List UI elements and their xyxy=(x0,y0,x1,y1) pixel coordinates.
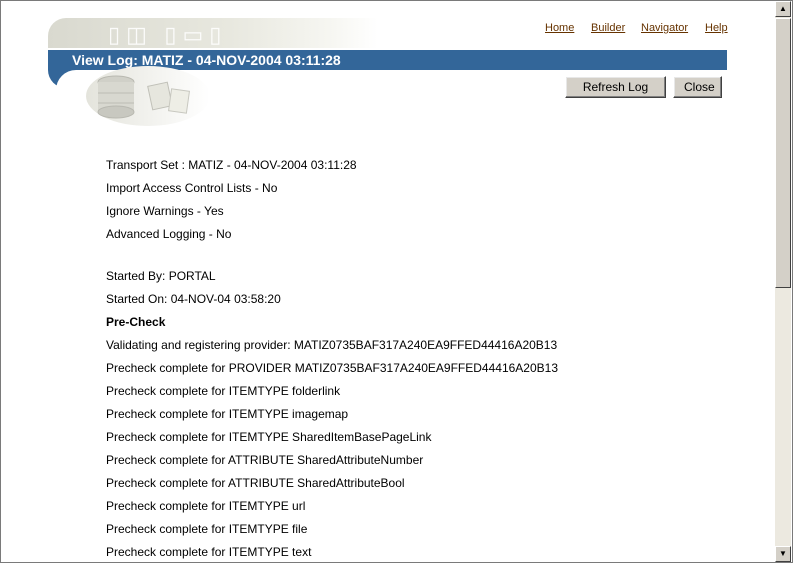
log-started-by: Started By: PORTAL xyxy=(106,269,216,283)
header-logo-banner: ▯◫ ▯▭▯ xyxy=(48,18,378,48)
log-content: Transport Set : MATIZ - 04-NOV-2004 03:1… xyxy=(106,154,558,563)
nav-navigator-link[interactable]: Navigator xyxy=(641,22,688,34)
log-line: Precheck complete for ATTRIBUTE SharedAt… xyxy=(106,476,405,490)
nav-home-link[interactable]: Home xyxy=(545,22,574,34)
browser-viewport: ▯◫ ▯▭▯ Home Builder Navigator Help View … xyxy=(0,0,775,563)
log-line: Precheck complete for ATTRIBUTE SharedAt… xyxy=(106,453,424,467)
log-line: Precheck complete for ITEMTYPE url xyxy=(106,499,306,513)
nav-help-link[interactable]: Help xyxy=(705,22,728,34)
banner-watermark-graphic: ▯◫ ▯▭▯ xyxy=(108,22,228,47)
log-line: Ignore Warnings - Yes xyxy=(106,204,224,218)
nav-builder-link[interactable]: Builder xyxy=(591,22,625,34)
log-line: Import Access Control Lists - No xyxy=(106,181,278,195)
log-line: Precheck complete for ITEMTYPE file xyxy=(106,522,308,536)
database-transport-icon xyxy=(86,66,208,126)
log-line: Precheck complete for ITEMTYPE imagemap xyxy=(106,407,349,421)
log-line: Transport Set : MATIZ - 04-NOV-2004 03:1… xyxy=(106,158,357,172)
log-line: Precheck complete for ITEMTYPE text xyxy=(106,545,312,559)
scroll-up-button[interactable]: ▲ xyxy=(775,1,791,17)
log-started-on: Started On: 04-NOV-04 03:58:20 xyxy=(106,292,281,306)
refresh-log-button[interactable]: Refresh Log xyxy=(565,76,666,98)
vertical-scrollbar[interactable]: ▲ ▼ xyxy=(775,1,791,562)
close-button[interactable]: Close xyxy=(673,76,722,98)
log-line: Precheck complete for ITEMTYPE SharedIte… xyxy=(106,430,432,444)
scroll-thumb[interactable] xyxy=(775,18,791,288)
scroll-down-button[interactable]: ▼ xyxy=(775,546,791,562)
log-line: Precheck complete for ITEMTYPE folderlin… xyxy=(106,384,341,398)
log-line: Precheck complete for PROVIDER MATIZ0735… xyxy=(106,361,558,375)
log-line: Validating and registering provider: MAT… xyxy=(106,338,558,352)
log-line: Advanced Logging - No xyxy=(106,227,232,241)
log-section-heading: Pre-Check xyxy=(106,315,166,329)
